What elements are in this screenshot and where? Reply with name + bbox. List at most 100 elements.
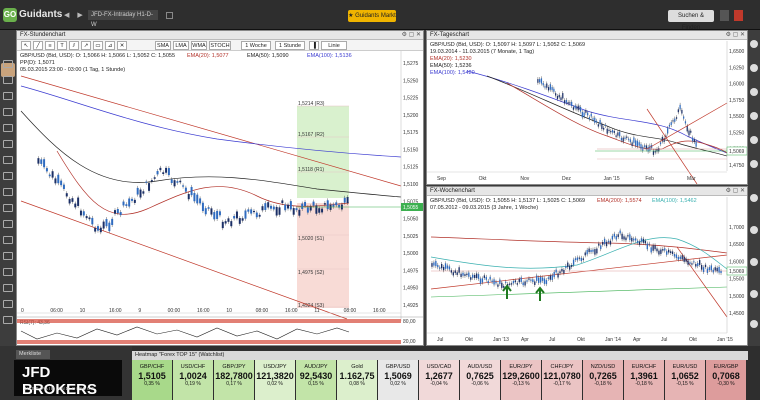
candle xyxy=(184,187,187,192)
candle xyxy=(433,262,435,266)
weekly-chart-canvas[interactable]: 1,7000 1,6500 1,6000 1,5500 1,5000 1,4500 1,5… xyxy=(427,187,747,345)
tool-icon[interactable] xyxy=(3,220,13,228)
candle xyxy=(306,207,309,213)
heatmap: GBP/CHF 1,5105 0,35 % USD/CHF 1,0024 0,19 % GB… xyxy=(132,360,748,400)
window-checkbox[interactable] xyxy=(166,12,173,19)
heatmap-tile[interactable]: EUR/JPY 129,2600 -0,13 % xyxy=(501,360,541,400)
widget-icon[interactable] xyxy=(750,136,758,144)
hourly-chart-canvas[interactable]: 1,5214 (R3) 1,5167 (R2) 1,5118 (R1) 1,50… xyxy=(17,31,423,345)
tool-icon[interactable] xyxy=(3,316,13,324)
heatmap-tile[interactable]: NZD/USD 0,7265 -0,18 % xyxy=(583,360,623,400)
candle xyxy=(556,95,559,100)
nav-arrows-icon[interactable]: ◀ ▶ xyxy=(64,11,86,19)
widget-icon[interactable] xyxy=(750,160,758,168)
watchlist-tab[interactable]: Merkliste xyxy=(16,350,50,359)
tool-icon[interactable] xyxy=(3,124,13,132)
candle xyxy=(210,208,213,215)
candle xyxy=(679,256,681,259)
tool-icon[interactable] xyxy=(3,188,13,196)
candle xyxy=(238,218,241,224)
widget-icon[interactable] xyxy=(750,194,758,202)
widget-icon[interactable] xyxy=(750,290,758,298)
candle xyxy=(644,240,647,244)
tile-name: CHF/JPY xyxy=(550,364,574,370)
candle xyxy=(621,233,623,240)
tool-icon[interactable] xyxy=(3,236,13,244)
heatmap-tile[interactable]: USD/JPY 121,3820 0,02 % xyxy=(255,360,295,400)
candle xyxy=(627,138,630,140)
heatmap-tile[interactable]: EUR/CHF 1,3961 -0,18 % xyxy=(624,360,664,400)
candle xyxy=(584,252,586,256)
candle xyxy=(62,184,65,189)
heatmap-tile[interactable]: AUD/JPY 92,5430 0,15 % xyxy=(296,360,336,400)
tool-icon[interactable] xyxy=(3,108,13,116)
widget-icon[interactable] xyxy=(750,88,758,96)
tool-icon[interactable] xyxy=(3,60,13,68)
widget-icon[interactable] xyxy=(750,226,758,234)
window-title-field[interactable]: JFD-FX-Intraday H1-D-W xyxy=(88,10,158,28)
candle xyxy=(607,240,610,243)
widget-icon[interactable] xyxy=(750,258,758,266)
market-button[interactable]: ★ Guidants Markt xyxy=(348,10,396,22)
search-button[interactable]: Suchen & Finden xyxy=(668,10,714,31)
heatmap-tile[interactable]: USD/CHF 1,0024 0,19 % xyxy=(173,360,213,400)
candle xyxy=(631,237,633,242)
widget-icon[interactable] xyxy=(750,40,758,48)
jfd-brokers-logo[interactable]: JFD BROKERS JUST FAIR AND DIRECT xyxy=(14,360,122,398)
heatmap-tile[interactable]: GBP/JPY 182,7800 0,17 % xyxy=(214,360,254,400)
price-tick: 1,4750 xyxy=(729,163,745,169)
tool-icon[interactable] xyxy=(3,76,13,84)
candle xyxy=(153,177,156,179)
candle xyxy=(439,267,441,269)
tool-icon[interactable] xyxy=(3,204,13,212)
time-tick: 10 xyxy=(80,308,86,314)
heatmap-tile[interactable]: EUR/USD 1,0652 -0,15 % xyxy=(665,360,705,400)
guidants-logo[interactable]: GO Guidants xyxy=(3,8,62,22)
candle xyxy=(102,221,105,229)
tile-change: -0,18 % xyxy=(594,381,612,387)
tool-icon[interactable] xyxy=(3,268,13,276)
heatmap-tile[interactable]: USD/CAD 1,2677 -0,04 % xyxy=(419,360,459,400)
candle xyxy=(176,181,179,183)
heatmap-tile[interactable]: GBP/USD 1,5069 0,02 % xyxy=(378,360,418,400)
heatmap-tile[interactable]: AUD/USD 0,7625 -0,06 % xyxy=(460,360,500,400)
tile-name: EUR/USD xyxy=(672,364,698,370)
tile-value: 1,0652 xyxy=(671,371,699,381)
candle xyxy=(686,125,688,132)
candle xyxy=(537,277,540,283)
tool-icon[interactable] xyxy=(3,140,13,148)
tool-icon[interactable] xyxy=(3,92,13,100)
candle xyxy=(679,104,681,110)
candle xyxy=(524,281,526,286)
messages-icon[interactable] xyxy=(734,10,743,21)
candle xyxy=(448,266,451,270)
candle xyxy=(57,174,60,184)
daily-chart-canvas[interactable]: 1,6500 1,6250 1,6000 1,5750 1,5500 1,5250 1,50… xyxy=(427,31,747,184)
widget-icon[interactable] xyxy=(750,112,758,120)
heatmap-tile[interactable]: Gold 1.162,75 0,08 % xyxy=(337,360,377,400)
widget-icon[interactable] xyxy=(750,64,758,72)
candle xyxy=(539,79,541,83)
candle xyxy=(458,267,460,273)
heatmap-tile[interactable]: GBP/CHF 1,5105 0,35 % xyxy=(132,360,172,400)
tool-icon[interactable] xyxy=(3,300,13,308)
time-tick: Nov xyxy=(520,176,529,182)
candle xyxy=(667,128,669,134)
tool-icon[interactable] xyxy=(3,284,13,292)
heatmap-tile[interactable]: CHF/JPY 121,0780 -0,17 % xyxy=(542,360,582,400)
candle xyxy=(691,137,694,142)
price-tick: 1,5200 xyxy=(403,113,419,119)
heatmap-tile[interactable]: EUR/GBP 0,7068 -0,30 % xyxy=(706,360,746,400)
candle xyxy=(105,219,108,227)
candle xyxy=(702,267,705,273)
left-toolbar xyxy=(0,30,16,346)
tile-change: -0,17 % xyxy=(553,381,571,387)
notifications-icon[interactable] xyxy=(720,10,729,21)
widget-icon[interactable] xyxy=(750,320,758,328)
tile-name: Gold xyxy=(351,364,363,370)
tool-icon[interactable] xyxy=(3,252,13,260)
tool-icon[interactable] xyxy=(3,172,13,180)
tool-icon[interactable] xyxy=(3,156,13,164)
time-tick: Jan '13 xyxy=(493,337,509,343)
tile-change: 0,08 % xyxy=(349,381,365,387)
